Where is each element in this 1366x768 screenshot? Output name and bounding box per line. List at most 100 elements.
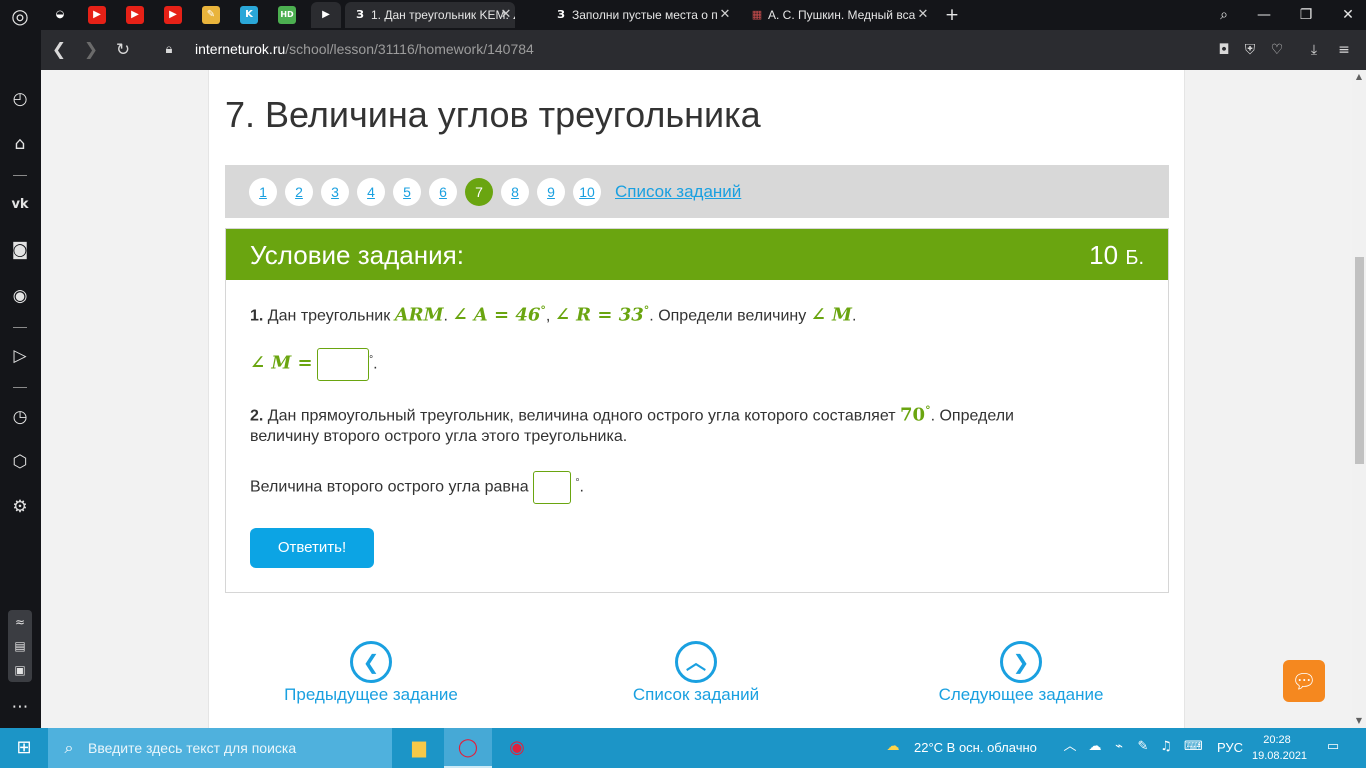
task-number-link[interactable]: 3 xyxy=(321,178,349,206)
volume-icon[interactable]: ♫ xyxy=(1157,738,1175,756)
math-angle: ∠ A = 46 xyxy=(452,304,541,326)
close-tab-icon[interactable]: ✕ xyxy=(497,2,515,28)
player-icon[interactable]: ▷ xyxy=(8,344,32,368)
sidebar-divider xyxy=(13,175,27,176)
basket-icon[interactable]: ⌂ xyxy=(8,132,32,156)
task-header: Условие задания: 10 Б. xyxy=(226,229,1168,280)
close-tab-icon[interactable]: ✕ xyxy=(914,2,932,28)
pen-workspace-icon[interactable]: ✎ xyxy=(1134,738,1152,756)
pinned-tab-hd-icon[interactable]: HD xyxy=(278,6,296,24)
language-indicator[interactable]: РУС xyxy=(1217,740,1243,755)
chevron-up-tray-icon[interactable]: ︿ xyxy=(1061,738,1079,756)
onedrive-icon[interactable]: ☁ xyxy=(1086,738,1104,756)
task-number-link[interactable]: 5 xyxy=(393,178,421,206)
pinned-tab-youtube-icon[interactable]: ▶ xyxy=(164,6,182,24)
discord-icon[interactable]: ◉ xyxy=(8,284,32,308)
keyboard-icon[interactable]: ⌨ xyxy=(1184,738,1203,756)
submit-button[interactable]: Ответить! xyxy=(250,528,374,568)
answer-input[interactable] xyxy=(317,348,370,381)
speed-dial-icon[interactable]: ◴ xyxy=(8,87,32,111)
tab-active[interactable]: З 1. Дан треугольник KEM. ∠ ✕ xyxy=(345,2,515,28)
task-number-link[interactable]: 4 xyxy=(357,178,385,206)
question-text: Дан треугольник xyxy=(267,307,391,325)
memory-icon: ▤ xyxy=(14,639,26,653)
search-tabs-icon[interactable]: ⌕ xyxy=(1209,3,1239,27)
math-angle: ∠ R = 33 xyxy=(554,304,644,326)
pinned-tab-bookmark-icon[interactable]: ▶ xyxy=(311,2,341,28)
battery-saver-panel[interactable]: ≈ ▤ ▣ xyxy=(8,610,32,682)
chevron-left-icon: ❮ xyxy=(350,641,392,683)
vk-icon[interactable]: vk xyxy=(8,193,32,217)
file-explorer-icon[interactable]: ▆ xyxy=(395,728,443,768)
download-icon[interactable]: ⤓ xyxy=(1303,39,1325,61)
task-number-link[interactable]: 9 xyxy=(537,178,565,206)
close-window-icon[interactable]: ✕ xyxy=(1333,3,1363,27)
weather-text[interactable]: 22°C В осн. облачно xyxy=(914,740,1037,755)
minimize-icon[interactable]: — xyxy=(1249,3,1279,27)
settings-gear-icon[interactable]: ⚙ xyxy=(8,495,32,519)
taskbar-search[interactable]: ⌕ Введите здесь текст для поиска xyxy=(48,728,392,768)
notifications-icon[interactable]: ▭ xyxy=(1324,738,1342,756)
task-header-title: Условие задания: xyxy=(250,240,464,270)
task-list-link[interactable]: Список заданий xyxy=(615,182,741,202)
scroll-up-icon[interactable]: ▲ xyxy=(1352,70,1366,84)
answer-row-1: ∠ M = °. xyxy=(250,348,378,381)
windows-start-icon[interactable]: ⊞ xyxy=(0,728,48,768)
tab[interactable]: З Заполни пустые места о п ✕ xyxy=(546,2,734,28)
previous-task-label: Предыдущее задание xyxy=(284,685,458,704)
answer-row-2: Величина второго острого угла равна °. xyxy=(250,471,584,504)
tab-favicon-icon: З xyxy=(557,8,565,21)
question-2-continued: величину второго острого угла этого треу… xyxy=(250,428,627,446)
screen: ◎ ◴ ⌂ vk ◙ ◉ ▷ ◷ ⬡ ⚙ ≈ ▤ ▣ ⋯ ◒ ▶ ▶ ▶ ✎ K… xyxy=(0,0,1366,768)
more-icon[interactable]: ⋯ xyxy=(8,695,32,719)
scroll-down-icon[interactable]: ▼ xyxy=(1352,714,1366,728)
pinned-tab-youtube-icon[interactable]: ▶ xyxy=(126,6,144,24)
task-number-link[interactable]: 1 xyxy=(249,178,277,206)
page-scrollbar[interactable]: ▲ ▼ xyxy=(1352,70,1366,728)
degree-sign: ° xyxy=(643,304,650,317)
history-icon[interactable]: ◷ xyxy=(8,405,32,429)
task-number-link[interactable]: 6 xyxy=(429,178,457,206)
camera-icon[interactable]: ◘ xyxy=(1213,39,1235,61)
network-icon[interactable]: ⌁ xyxy=(1110,738,1128,756)
task-number-link[interactable]: 10 xyxy=(573,178,601,206)
shield-icon[interactable]: ⛨ xyxy=(1239,39,1261,61)
new-tab-button[interactable]: + xyxy=(937,3,967,27)
task-number-link[interactable]: 8 xyxy=(501,178,529,206)
url-field[interactable]: interneturok.ru/school/lesson/31116/home… xyxy=(195,41,534,57)
task-card: Условие задания: 10 Б. 1. Дан треугольни… xyxy=(225,228,1169,593)
math-angle: 70 xyxy=(900,404,926,426)
reload-icon[interactable]: ↻ xyxy=(111,38,135,62)
back-icon[interactable]: ❮ xyxy=(47,38,71,62)
clock[interactable]: 20:28 19.08.2021 xyxy=(1252,732,1308,764)
pinned-tab-youtube-icon[interactable]: ▶ xyxy=(88,6,106,24)
task-list-bottom-link[interactable]: ︿ Список заданий xyxy=(586,641,806,711)
heart-icon[interactable]: ♡ xyxy=(1266,39,1288,61)
lock-icon[interactable]: 🔒︎ xyxy=(157,38,181,62)
scroll-thumb[interactable] xyxy=(1355,257,1364,464)
points-unit: Б. xyxy=(1125,247,1144,269)
clock-date: 19.08.2021 xyxy=(1252,750,1308,762)
close-tab-icon[interactable]: ✕ xyxy=(716,2,734,28)
weather-icon[interactable]: ☁ xyxy=(884,738,902,756)
tab-bar: ◒ ▶ ▶ ▶ ✎ K HD ▶ З 1. Дан треугольник KE… xyxy=(41,0,1366,30)
opera-logo-icon[interactable]: ◎ xyxy=(8,4,32,28)
opera-taskbar-icon[interactable]: ◯ xyxy=(444,728,492,768)
pinned-tab-kinopoisk-icon[interactable]: K xyxy=(240,6,258,24)
cube-icon[interactable]: ⬡ xyxy=(8,450,32,474)
tab[interactable]: ▦ А. С. Пушкин. Медный вса ✕ xyxy=(742,2,932,28)
next-task-link[interactable]: ❯ Следующее задание xyxy=(911,641,1131,711)
sidebar-divider xyxy=(13,387,27,388)
task-number-link[interactable]: 2 xyxy=(285,178,313,206)
task-number-current[interactable]: 7 xyxy=(465,178,493,206)
menu-icon[interactable]: ≡ xyxy=(1333,39,1355,61)
forward-icon[interactable]: ❯ xyxy=(79,38,103,62)
chat-button-icon[interactable]: 💬︎ xyxy=(1283,660,1325,702)
pinned-tab-pen-icon[interactable]: ✎ xyxy=(202,6,220,24)
answer-input[interactable] xyxy=(533,471,572,504)
instagram-icon[interactable]: ◙ xyxy=(8,238,32,262)
chrome-taskbar-icon[interactable]: ◉ xyxy=(493,728,541,768)
pinned-tab-gamepad-icon[interactable]: ◒ xyxy=(51,6,69,24)
restore-icon[interactable]: ❐ xyxy=(1291,3,1321,27)
previous-task-link[interactable]: ❮ Предыдущее задание xyxy=(261,641,481,711)
